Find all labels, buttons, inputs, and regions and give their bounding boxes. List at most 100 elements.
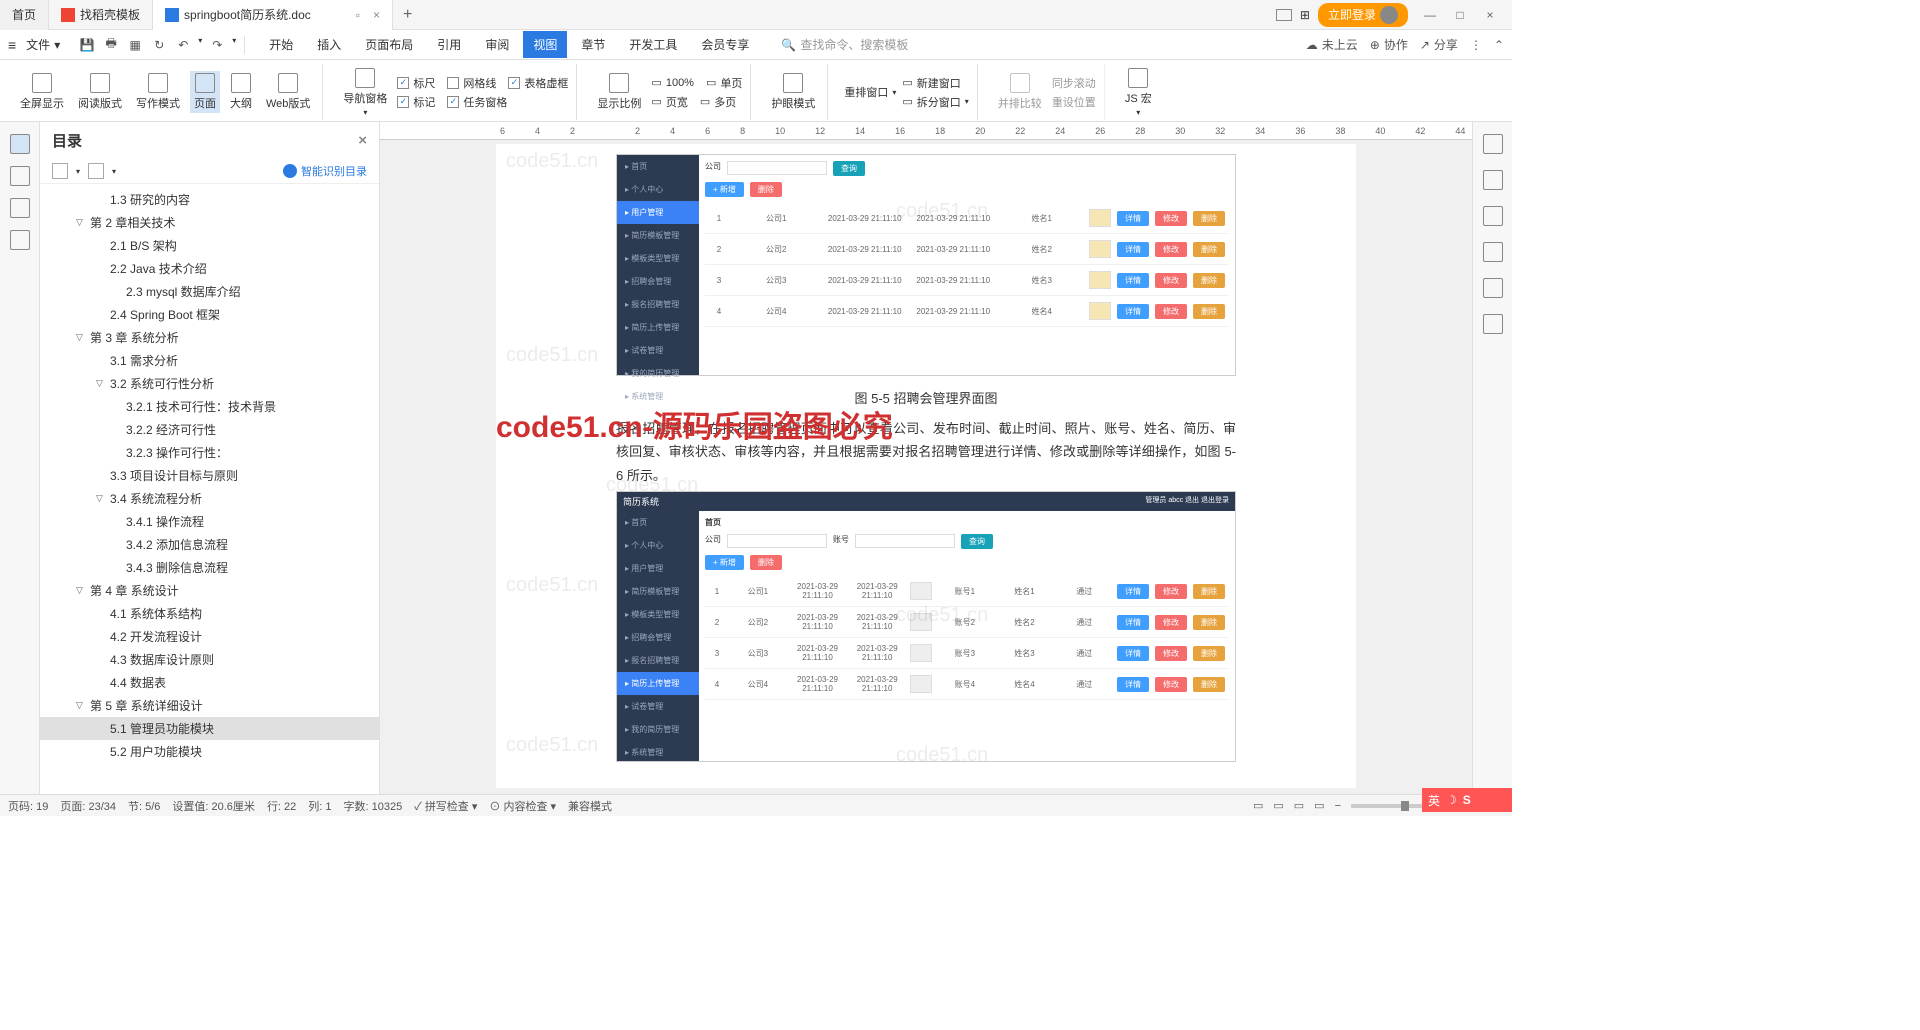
zoom-out-button[interactable]: − — [1335, 800, 1341, 812]
singlepage-icon[interactable]: ▭ — [706, 76, 716, 89]
toc-item[interactable]: 3.2.2 经济可行性 — [40, 418, 379, 441]
toc-smart-button[interactable]: 智能识别目录 — [283, 163, 367, 179]
status-section[interactable]: 节: 5/6 — [128, 798, 160, 814]
menu-tab-4[interactable]: 审阅 — [475, 31, 519, 58]
rail-tools-icon[interactable] — [1483, 278, 1503, 298]
search-box[interactable]: 🔍 查找命令、搜索模板 — [781, 36, 908, 53]
print-icon[interactable]: 🖶 — [102, 36, 120, 54]
collab-button[interactable]: ⊕协作 — [1370, 36, 1408, 53]
expand-icon[interactable]: ⌃ — [1494, 38, 1504, 52]
toc-close-icon[interactable]: × — [358, 132, 367, 149]
menu-tab-7[interactable]: 开发工具 — [619, 31, 687, 58]
view-mode-icon-1[interactable]: ▭ — [1253, 799, 1263, 812]
toc-item[interactable]: ▽第 4 章 系统设计 — [40, 579, 379, 602]
ime-indicator[interactable]: 英 ☽ S — [1422, 788, 1512, 812]
redo-dropdown-icon[interactable]: ▾ — [232, 36, 236, 54]
toc-item[interactable]: 2.2 Java 技术介绍 — [40, 257, 379, 280]
menu-tab-2[interactable]: 页面布局 — [355, 31, 423, 58]
reading-mode-button[interactable]: 阅读版式 — [74, 71, 126, 113]
rail-folder-icon[interactable] — [10, 166, 30, 186]
tablevirt-checkbox[interactable] — [508, 77, 520, 89]
redo-icon[interactable]: ↷ — [208, 36, 226, 54]
grid-icon[interactable]: ⊞ — [1300, 8, 1310, 22]
toc-item[interactable]: ▽第 5 章 系统详细设计 — [40, 694, 379, 717]
writing-mode-button[interactable]: 写作模式 — [132, 71, 184, 113]
rail-settings-icon[interactable] — [1483, 206, 1503, 226]
ruler-checkbox[interactable] — [397, 77, 409, 89]
undo-icon[interactable]: ↶ — [174, 36, 192, 54]
status-pageof[interactable]: 页面: 23/34 — [60, 798, 116, 814]
toc-item[interactable]: 3.4.2 添加信息流程 — [40, 533, 379, 556]
toc-expand-icon[interactable] — [88, 163, 104, 179]
tab-add-button[interactable]: + — [393, 6, 422, 24]
toc-item[interactable]: 3.2.1 技术可行性：技术背景 — [40, 395, 379, 418]
share-button[interactable]: ↗分享 — [1420, 36, 1458, 53]
window-close-button[interactable]: × — [1476, 5, 1504, 25]
menu-tab-8[interactable]: 会员专享 — [691, 31, 759, 58]
menu-tab-5[interactable]: 视图 — [523, 31, 567, 58]
toc-item[interactable]: 3.4.3 删除信息流程 — [40, 556, 379, 579]
toc-item[interactable]: 2.1 B/S 架构 — [40, 234, 379, 257]
status-words[interactable]: 字数: 10325 — [344, 798, 403, 814]
gridlines-checkbox[interactable] — [447, 77, 459, 89]
multipage-icon[interactable]: ▭ — [700, 95, 710, 108]
toc-item[interactable]: 3.2.3 操作可行性： — [40, 441, 379, 464]
toc-item[interactable]: 4.1 系统体系结构 — [40, 602, 379, 625]
tab-home[interactable]: 首页 — [0, 0, 49, 30]
more-icon[interactable]: ⋮ — [1470, 38, 1482, 52]
outline-mode-button[interactable]: 大纲 — [226, 71, 256, 113]
toc-item[interactable]: 5.1 管理员功能模块 — [40, 717, 379, 740]
refresh-icon[interactable]: ↻ — [150, 36, 168, 54]
minimize-button[interactable]: — — [1416, 5, 1444, 25]
layout-icon[interactable] — [1276, 9, 1292, 21]
newwin-button[interactable]: ▭新建窗口 — [902, 75, 968, 91]
rail-toc-icon[interactable] — [10, 134, 30, 154]
toc-item[interactable]: ▽第 2 章相关技术 — [40, 211, 379, 234]
tab-daoke[interactable]: 找稻壳模板 — [49, 0, 153, 30]
toc-item[interactable]: 3.3 项目设计目标与原则 — [40, 464, 379, 487]
fullscreen-button[interactable]: 全屏显示 — [16, 71, 68, 113]
rail-search-icon[interactable] — [10, 230, 30, 250]
file-menu[interactable]: 文件▾ — [18, 33, 68, 56]
showratio-button[interactable]: 显示比例 — [593, 71, 645, 113]
pagewidth-icon[interactable]: ▭ — [651, 95, 661, 108]
eyecare-button[interactable]: 护眼模式 — [767, 71, 819, 113]
status-pageno[interactable]: 页码: 19 — [8, 798, 48, 814]
cloud-status[interactable]: ☁未上云 — [1306, 36, 1358, 53]
save-icon[interactable]: 💾 — [78, 36, 96, 54]
toc-item[interactable]: 1.3 研究的内容 — [40, 188, 379, 211]
zoom-slider[interactable] — [1351, 804, 1431, 808]
page-mode-button[interactable]: 页面 — [190, 71, 220, 113]
toc-item[interactable]: 4.3 数据库设计原则 — [40, 648, 379, 671]
tab-document[interactable]: springboot简历系统.doc▫× — [153, 0, 393, 30]
rail-proof-icon[interactable] — [1483, 314, 1503, 334]
menu-tab-3[interactable]: 引用 — [427, 31, 471, 58]
toc-item[interactable]: 5.2 用户功能模块 — [40, 740, 379, 763]
menu-icon[interactable]: ≡ — [8, 37, 16, 53]
toc-collapse-icon[interactable] — [52, 163, 68, 179]
toc-item[interactable]: 4.2 开发流程设计 — [40, 625, 379, 648]
jsmacro-button[interactable]: JS 宏▾ — [1121, 66, 1156, 119]
rail-bookmark-icon[interactable] — [10, 198, 30, 218]
toc-item[interactable]: ▽3.4 系统流程分析 — [40, 487, 379, 510]
arrangewin-button[interactable]: 重排窗口▾ — [844, 84, 896, 100]
rail-select-icon[interactable] — [1483, 170, 1503, 190]
toc-item[interactable]: 2.3 mysql 数据库介绍 — [40, 280, 379, 303]
rail-edit-icon[interactable] — [1483, 134, 1503, 154]
contentcheck-button[interactable]: ⊙ 内容检查 ▾ — [489, 798, 556, 814]
toc-item[interactable]: 3.4.1 操作流程 — [40, 510, 379, 533]
toc-item[interactable]: 3.1 需求分析 — [40, 349, 379, 372]
menu-tab-0[interactable]: 开始 — [259, 31, 303, 58]
view-mode-icon-3[interactable]: ▭ — [1294, 799, 1304, 812]
print-preview-icon[interactable]: ▦ — [126, 36, 144, 54]
view-mode-icon-2[interactable]: ▭ — [1273, 799, 1283, 812]
splitwin-button[interactable]: ▭拆分窗口▾ — [902, 94, 968, 110]
login-button[interactable]: 立即登录 — [1318, 3, 1408, 27]
pct100-icon[interactable]: ▭ — [651, 76, 661, 89]
view-mode-icon-4[interactable]: ▭ — [1314, 799, 1324, 812]
toc-item[interactable]: ▽第 3 章 系统分析 — [40, 326, 379, 349]
toc-item[interactable]: 4.4 数据表 — [40, 671, 379, 694]
markup-checkbox[interactable] — [397, 96, 409, 108]
close-icon[interactable]: × — [373, 8, 380, 22]
menu-tab-6[interactable]: 章节 — [571, 31, 615, 58]
